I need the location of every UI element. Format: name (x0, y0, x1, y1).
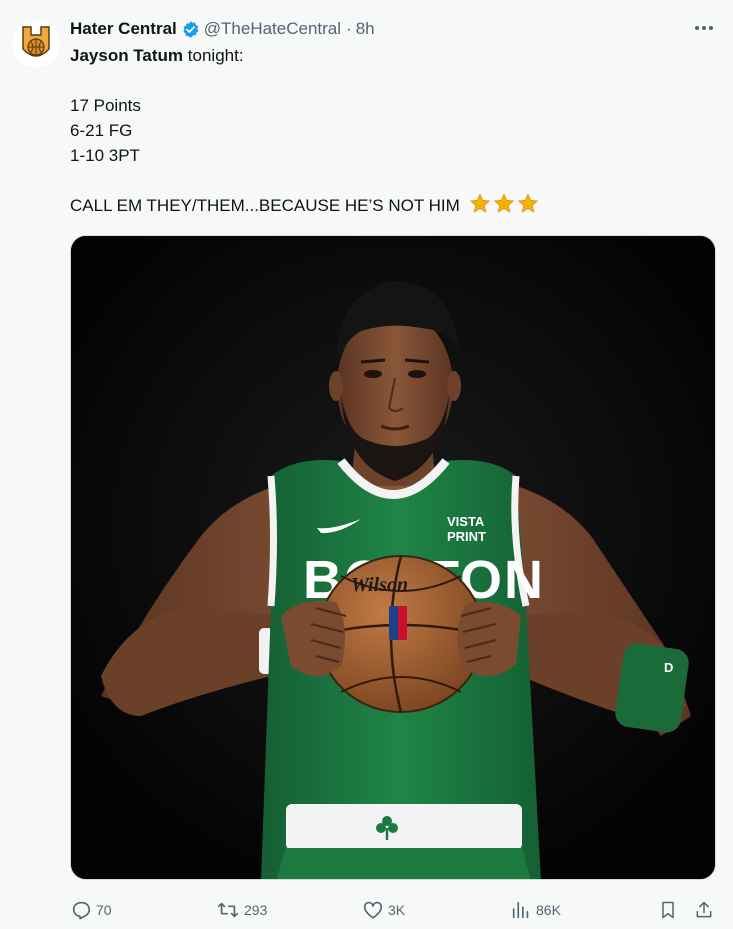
views-button[interactable]: 86K (510, 896, 561, 924)
star-emojis (469, 193, 539, 215)
like-count: 3K (388, 902, 406, 918)
display-name[interactable]: Hater Central (70, 19, 177, 39)
star-emoji-icon (493, 193, 514, 213)
tweet-card[interactable]: Hater Central @TheHateCentral · 8h Jayso… (0, 0, 733, 929)
more-icon[interactable] (691, 18, 717, 38)
star-emoji-icon (469, 193, 490, 213)
action-bar: 70 293 3K 86K (68, 896, 718, 924)
like-button[interactable]: 3K (362, 896, 405, 924)
handle[interactable]: @TheHateCentral (204, 19, 341, 39)
views-icon (512, 901, 529, 919)
repost-button[interactable]: 293 (216, 896, 267, 924)
timestamp[interactable]: 8h (356, 19, 375, 39)
views-count: 86K (536, 902, 561, 918)
stat-line: 1-10 3PT (70, 146, 140, 165)
separator-dot: · (346, 19, 352, 38)
bookmark-button[interactable] (658, 896, 682, 924)
share-button[interactable] (694, 896, 718, 924)
avatar[interactable] (12, 20, 60, 68)
tweet-media-image[interactable]: D VISTA PRINT BOSTON (70, 235, 716, 880)
reply-icon (72, 901, 91, 920)
tweet-header: Hater Central @TheHateCentral · 8h (70, 16, 717, 42)
stat-line: 17 Points (70, 96, 141, 115)
tweet-text: Jayson Tatum tonight: 17 Points 6-21 FG … (70, 43, 717, 218)
text-intro: tonight: (183, 46, 244, 65)
reply-count: 70 (96, 902, 112, 918)
svg-text:D: D (664, 660, 673, 675)
stat-line: 6-21 FG (70, 121, 133, 140)
bookmark-icon (662, 901, 674, 919)
repost-icon (218, 902, 238, 918)
closing-line: CALL EM THEY/THEM...BECAUSE HE’S NOT HIM (70, 196, 460, 215)
sponsor-text: VISTA (447, 514, 485, 529)
repost-count: 293 (244, 902, 268, 918)
reply-button[interactable]: 70 (70, 896, 112, 924)
star-emoji-icon (517, 193, 538, 213)
like-icon (363, 901, 383, 919)
verified-badge-icon (181, 20, 200, 39)
ball-brand-text: Wilson (351, 574, 408, 596)
share-icon (696, 901, 712, 918)
sponsor-text: PRINT (447, 529, 486, 544)
mention-name[interactable]: Jayson Tatum (70, 46, 183, 65)
hater-central-logo (22, 26, 50, 57)
